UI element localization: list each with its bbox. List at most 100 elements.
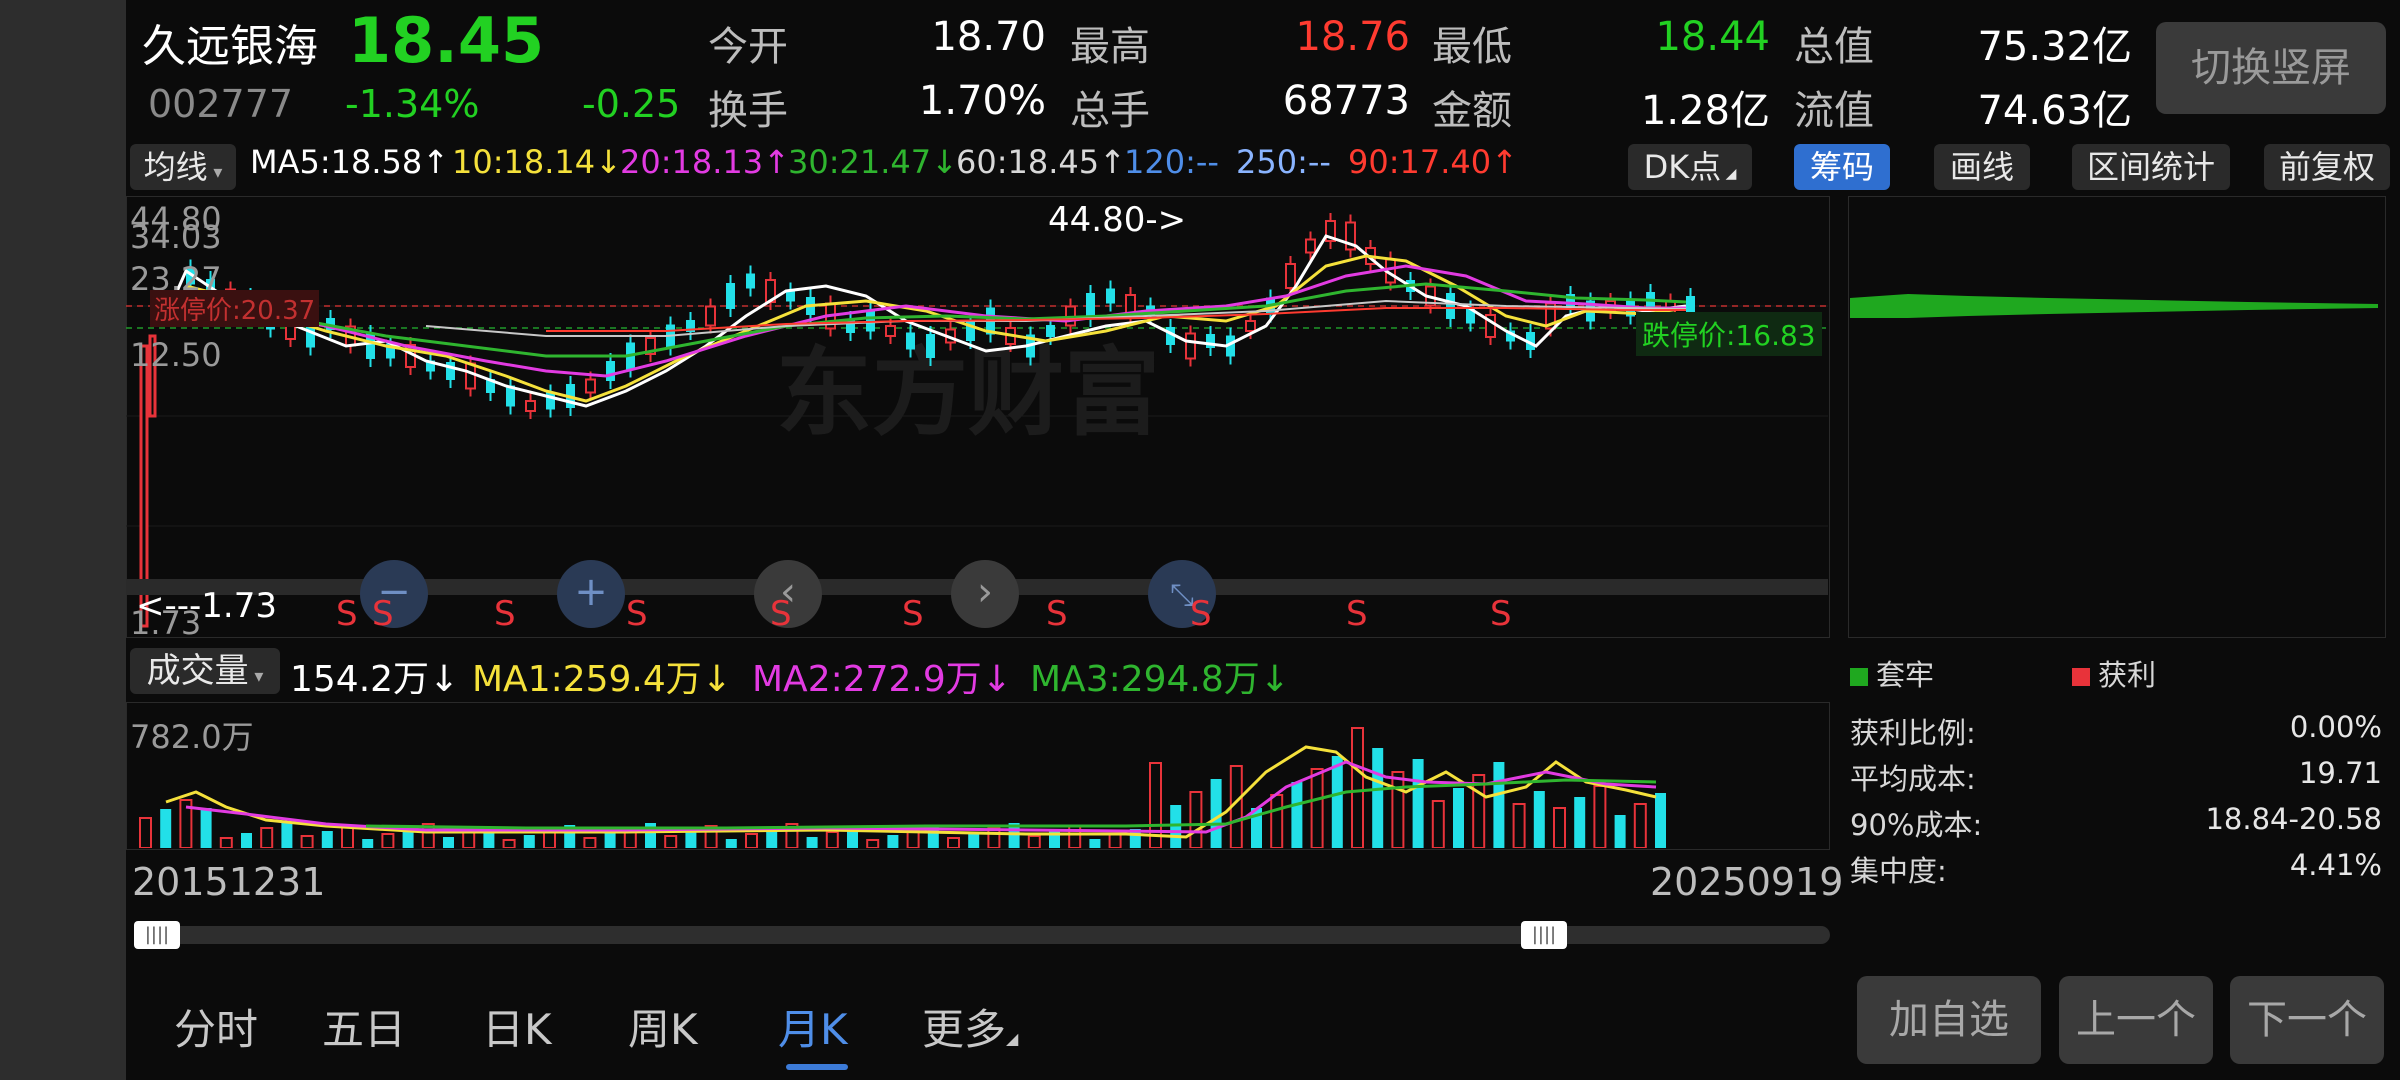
volume-bar [866,839,880,848]
dk-point-button[interactable]: DK点 ◢ [1628,144,1752,190]
previous-stock-button[interactable]: 上一个 [2059,976,2213,1064]
volume-current: 154.2万↓ [290,659,460,700]
sell-signal: S [902,594,924,634]
cost-90-label: 90%成本: [1850,808,1983,842]
candle [446,362,455,380]
cost-90-value: 18.84-20.58 [2205,802,2382,836]
range-slider-track[interactable] [134,926,1830,944]
candle [885,325,896,337]
tab-five-day[interactable]: 五日 [322,996,406,1057]
range-slider-end-handle[interactable]: |||| [1521,921,1567,949]
ma250-value: 250:-- [1236,143,1331,181]
volume-bar [1472,774,1486,848]
next-stock-button[interactable]: 下一个 [2230,976,2384,1064]
range-stats-button[interactable]: 区间统计 [2072,144,2230,190]
scroll-right-button[interactable]: › [951,560,1019,628]
stat-value-low: 18.44 [1655,14,1770,60]
candle [1046,325,1055,337]
volume-bar [1533,791,1545,848]
volume-bar [1391,771,1405,848]
candle [1285,263,1296,289]
candle [926,334,935,358]
stat-label-high: 最高 [1070,24,1150,70]
volume-bar [887,835,899,848]
candle [746,273,755,289]
ma-selector-dropdown[interactable]: 均线 ▾ [130,144,236,190]
range-slider-start-handle[interactable]: |||| [134,921,180,949]
volume-bar [806,837,818,848]
sell-signal: S [770,594,792,634]
volume-bar [604,833,616,848]
max-price-marker: 44.80-> [1048,200,1187,240]
ma5-value: MA5:18.58↑ [250,143,450,181]
volume-bar [1614,815,1626,848]
volume-bar [362,839,374,848]
volume-ma2: MA2:272.9万↓ [752,659,1012,700]
avg-cost-value: 19.71 [2298,756,2382,790]
tab-more[interactable]: 更多◢ [922,996,1018,1057]
candle [726,283,735,309]
volume-bar [219,837,233,848]
candle [1245,320,1256,332]
volume-bar [1593,785,1607,848]
ma-selector-label: 均线 [143,148,208,186]
volume-selector-dropdown[interactable]: 成交量 ▾ [130,648,280,694]
profit-ratio-value: 0.00% [2289,710,2382,744]
corner-triangle-icon: ◢ [1006,1029,1019,1048]
volume-bar [341,825,354,848]
volume-ma1: MA1:259.4万↓ [472,659,732,700]
volume-bar [321,831,333,848]
add-watchlist-button[interactable]: 加自选 [1857,976,2041,1064]
tab-weekly-k[interactable]: 周K [628,996,698,1057]
volume-bar [1493,762,1505,848]
volume-bar [200,808,212,848]
zoom-out-button[interactable]: − [360,560,428,628]
chevron-down-icon: ▾ [207,162,223,183]
switch-portrait-button[interactable]: 切换竖屏 [2156,22,2386,114]
ma120-value: 120:-- [1124,143,1219,181]
grip-icon: |||| [1531,924,1557,945]
volume-bar [1189,791,1203,848]
chip-button[interactable]: 筹码 [1794,144,1890,190]
stat-value-high: 18.76 [1295,14,1410,60]
watermark: 东方财富 [776,337,1160,449]
volume-bar [745,833,758,848]
sell-signal: S [1046,594,1068,634]
tab-monthly-k[interactable]: 月K [778,996,848,1057]
zoom-in-button[interactable]: + [557,560,625,628]
chevron-right-icon: › [977,569,993,615]
volume-bar [1310,768,1324,848]
chip-bars [1850,294,2378,318]
limit-up-tag: 涨停价:20.37 [150,290,320,327]
candle [1446,293,1455,319]
volume-bar [260,827,274,848]
profit-swatch [2072,668,2090,686]
volume-bar [1270,794,1284,848]
volume-bar [502,839,516,848]
legend-profit-label: 获利 [2098,658,2157,692]
tab-more-label: 更多 [922,1005,1007,1054]
dk-point-label: DK点 [1643,148,1722,186]
current-price: 18.45 [348,4,545,77]
profit-ratio-label: 获利比例: [1850,716,1976,750]
start-date: 20151231 [132,860,326,904]
concentration-value: 4.41% [2289,848,2382,882]
sell-signal: S [494,594,516,634]
volume-bar [523,835,535,848]
stat-value-open: 18.70 [931,14,1046,60]
candle [606,361,615,381]
volume-bar [947,837,960,848]
tab-intraday[interactable]: 分时 [174,996,258,1057]
legend-profit: 获利 [2072,652,2156,694]
volume-bar [1108,833,1122,848]
draw-line-button[interactable]: 画线 [1934,144,2030,190]
forward-adjust-button[interactable]: 前复权 [2264,144,2390,190]
volume-bar [300,835,314,848]
corner-triangle-icon: ◢ [1721,166,1737,182]
change-amount: -0.25 [582,82,681,126]
tab-daily-k[interactable]: 日K [482,996,552,1057]
stat-label-open: 今开 [708,24,788,70]
legend-trapped-label: 套牢 [1876,658,1935,692]
volume-bar [1553,807,1566,848]
volume-bar [1633,803,1647,848]
